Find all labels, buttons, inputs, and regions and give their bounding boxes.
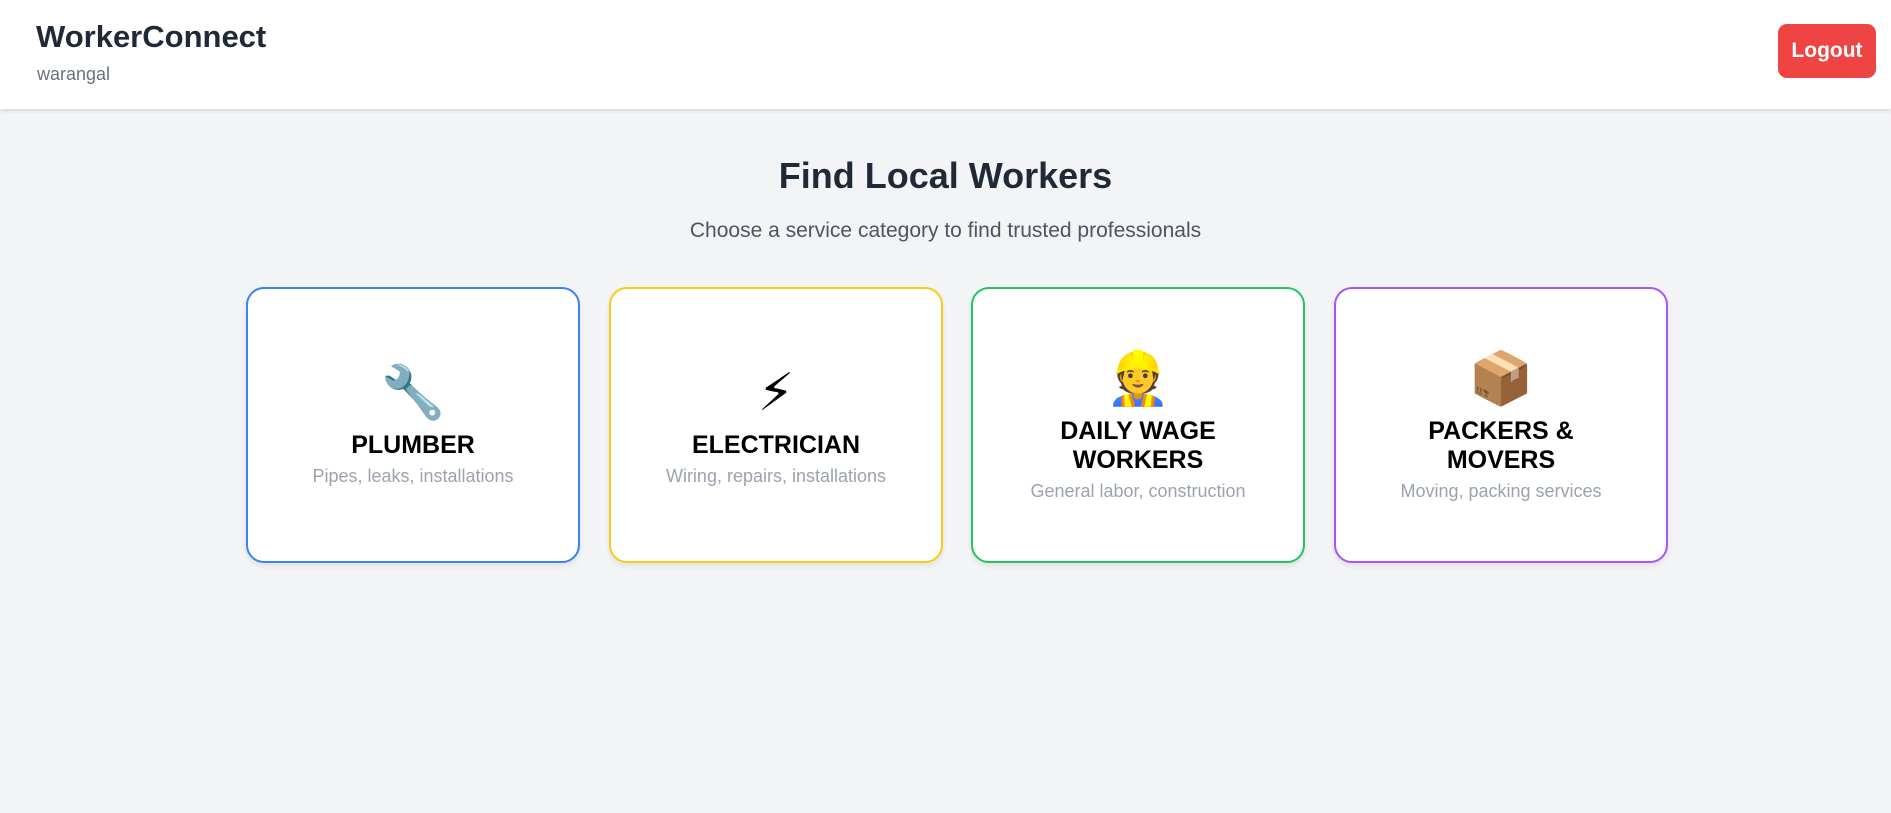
category-title: PACKERS & MOVERS bbox=[1428, 416, 1574, 474]
category-description: Wiring, repairs, installations bbox=[665, 466, 887, 486]
location-label: warangal bbox=[37, 64, 111, 84]
category-title: PLUMBER bbox=[351, 431, 475, 459]
wrench-icon: 🔧 bbox=[380, 364, 446, 422]
page-subtitle: Choose a service category to find truste… bbox=[689, 219, 1202, 242]
category-title: DAILY WAGE WORKERS bbox=[1060, 416, 1216, 474]
category-description: Pipes, leaks, installations bbox=[312, 466, 514, 486]
category-description: General labor, construction bbox=[1030, 480, 1246, 501]
construction-worker-icon: 👷 bbox=[1105, 349, 1171, 408]
logout-button[interactable]: Logout bbox=[1778, 24, 1876, 78]
category-title: ELECTRICIAN bbox=[691, 431, 861, 459]
category-card-electrician[interactable]: ⚡ ELECTRICIAN Wiring, repairs, installat… bbox=[609, 287, 943, 563]
page-title: Find Local Workers bbox=[778, 155, 1113, 196]
category-card-packers-movers[interactable]: 📦 PACKERS & MOVERS Moving, packing servi… bbox=[1334, 287, 1668, 563]
category-card-daily-wage-workers[interactable]: 👷 DAILY WAGE WORKERS General labor, cons… bbox=[971, 287, 1305, 563]
package-icon: 📦 bbox=[1468, 349, 1534, 408]
category-grid: 🔧 PLUMBER Pipes, leaks, installations ⚡ … bbox=[246, 287, 1668, 563]
app-brand[interactable]: WorkerConnect bbox=[36, 19, 266, 55]
category-card-plumber[interactable]: 🔧 PLUMBER Pipes, leaks, installations bbox=[246, 287, 580, 563]
top-header: WorkerConnect warangal Logout bbox=[0, 0, 1891, 109]
lightning-icon: ⚡ bbox=[757, 364, 795, 422]
category-description: Moving, packing services bbox=[1400, 480, 1602, 501]
